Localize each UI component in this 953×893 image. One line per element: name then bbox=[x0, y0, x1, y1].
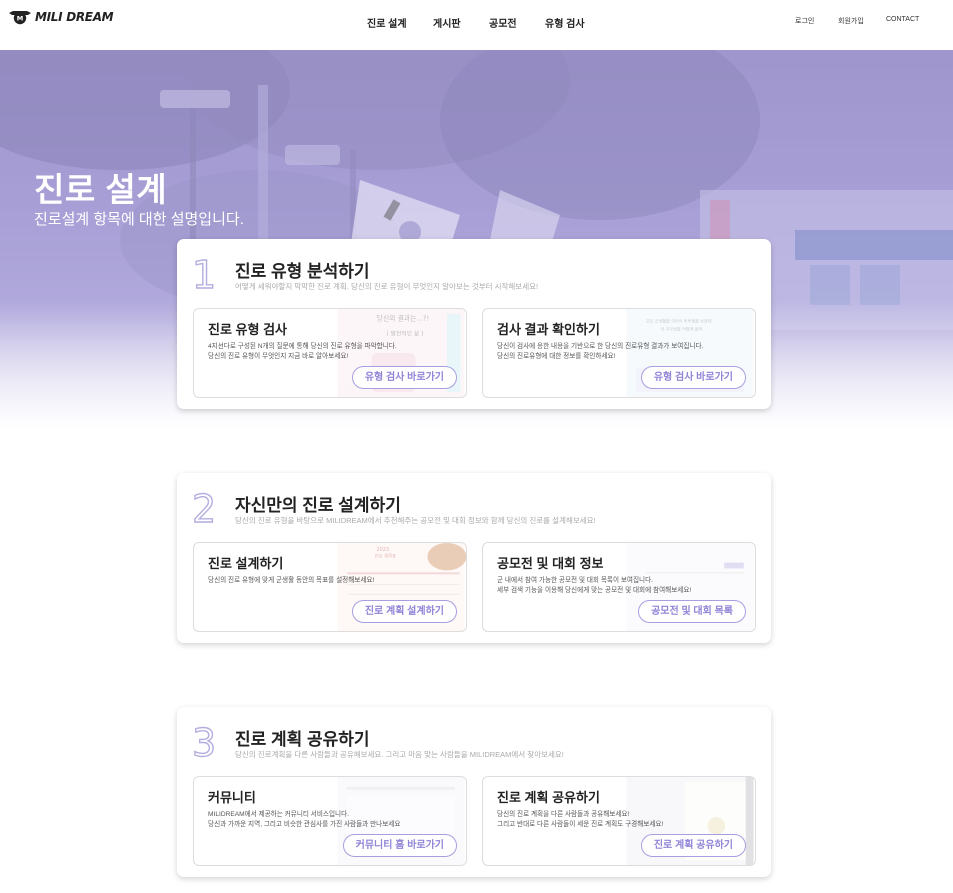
share-plan-button[interactable]: 진로 계획 공유하기 bbox=[640, 834, 746, 857]
card-desc-line: 당신의 진로 계획을 다른 사람들과 공유해보세요! bbox=[497, 811, 630, 818]
section-number: 3 bbox=[191, 721, 217, 765]
card-title: 커뮤니티 bbox=[208, 790, 256, 805]
preview-text: 모든 군생활을 의미식 투투형을 보겠대 bbox=[646, 318, 712, 324]
card-desc-line: 당신의 진로 유형에 맞게 군생활 동안의 목표를 설정해보세요! bbox=[208, 577, 375, 584]
card-description: 당신이 검사에 응한 내용을 기반으로 한 당신의 진로유형 결과가 보여집니다… bbox=[497, 342, 747, 362]
card-desc-line: 군 내에서 참여 가능한 공모전 및 대회 목록이 보여집니다. bbox=[497, 577, 654, 584]
section-career-design: 2 자신만의 진로 설계하기 당신의 진로 유형을 바탕으로 MILIDREAM… bbox=[177, 473, 771, 643]
preview-text: 2023 bbox=[377, 547, 389, 553]
nav-board[interactable]: 게시판 bbox=[433, 15, 461, 30]
card-title: 검사 결과 확인하기 bbox=[497, 322, 600, 337]
preview-text: ( 발전적인 삶 ) bbox=[386, 329, 423, 337]
site-header: M MILI DREAM 진로 설계 게시판 공모전 유형 검사 로그인 회원가… bbox=[0, 0, 953, 50]
section-number: 1 bbox=[191, 253, 217, 297]
contact-link[interactable]: CONTACT bbox=[886, 16, 919, 23]
section-title: 진로 유형 분석하기 bbox=[235, 262, 370, 281]
preview-text: 당신의 결과는...?! bbox=[377, 314, 430, 323]
card-share-plan[interactable]: 진로 계획 공유하기 당신의 진로 계획을 다른 사람들과 공유해보세요! 그리… bbox=[482, 776, 756, 866]
section-number: 2 bbox=[191, 487, 217, 531]
card-description: MILIDREAM에서 제공하는 커뮤니티 서비스입니다. 당신과 가까운 지역… bbox=[208, 810, 458, 830]
nav-career-design[interactable]: 진로 설계 bbox=[367, 15, 407, 30]
card-desc-line: 그리고 반대로 다른 사람들이 세운 진로 계획도 구경해보세요! bbox=[497, 821, 664, 828]
community-home-button[interactable]: 커뮤니티 홈 바로가기 bbox=[342, 834, 457, 857]
section-description: 어떻게 세워야할지 막막한 진로 계획. 당신의 진로 유형이 무엇인지 알아보… bbox=[235, 282, 539, 291]
page-subtitle: 진로설계 항목에 대한 설명입니다. bbox=[34, 211, 244, 228]
view-result-button[interactable]: 유형 검사 바로가기 bbox=[640, 366, 746, 389]
section-plan-share: 3 진로 계획 공유하기 당신의 진로계획을 다른 사람들과 공유해보세요. 그… bbox=[177, 707, 771, 877]
card-title: 진로 유형 검사 bbox=[208, 322, 287, 337]
card-desc-line: 당신의 진로유형에 대한 정보를 확인하세요! bbox=[497, 353, 616, 360]
card-community[interactable]: 커뮤니티 MILIDREAM에서 제공하는 커뮤니티 서비스입니다. 당신과 가… bbox=[193, 776, 467, 866]
login-link[interactable]: 로그인 bbox=[795, 16, 814, 26]
card-title: 공모전 및 대회 정보 bbox=[497, 556, 604, 571]
card-title: 진로 계획 공유하기 bbox=[497, 790, 600, 805]
card-desc-line: 당신의 진로 유형이 무엇인지 지금 바로 알아보세요! bbox=[208, 353, 349, 360]
nav-type-test[interactable]: 유형 검사 bbox=[545, 15, 585, 30]
card-type-test[interactable]: 당신의 결과는...?! ( 발전적인 삶 ) 진로 유형 검사 4지선다로 구… bbox=[193, 308, 467, 398]
card-career-plan[interactable]: 2023 진로 계획표 진로 설계하기 당신의 진로 유형에 맞게 군생활 동안… bbox=[193, 542, 467, 632]
card-description: 군 내에서 참여 가능한 공모전 및 대회 목록이 보여집니다. 세부 검색 기… bbox=[497, 576, 747, 596]
card-test-result[interactable]: 모든 군생활을 의미식 투투형을 보겠대 이 자우방을 어떻게 쓸까 검사 결과… bbox=[482, 308, 756, 398]
type-test-button[interactable]: 유형 검사 바로가기 bbox=[351, 366, 457, 389]
card-desc-line: 4지선다로 구성된 N개의 질문에 통해 당신의 진로 유형을 파악합니다. bbox=[208, 343, 397, 350]
preview-text: 진로 계획표 bbox=[375, 553, 397, 560]
card-desc-line: 당신이 검사에 응한 내용을 기반으로 한 당신의 진로유형 결과가 보여집니다… bbox=[497, 343, 704, 350]
signup-link[interactable]: 회원가입 bbox=[838, 16, 864, 26]
card-contest-info[interactable]: 공모전 및 대회 정보 군 내에서 참여 가능한 공모전 및 대회 목록이 보여… bbox=[482, 542, 756, 632]
section-description: 당신의 진로 유형을 바탕으로 MILIDREAM에서 추천해주는 공모전 및 … bbox=[235, 516, 596, 525]
card-desc-line: MILIDREAM에서 제공하는 커뮤니티 서비스입니다. bbox=[208, 811, 350, 818]
section-title: 자신만의 진로 설계하기 bbox=[235, 496, 401, 515]
card-description: 4지선다로 구성된 N개의 질문에 통해 당신의 진로 유형을 파악합니다. 당… bbox=[208, 342, 458, 362]
card-title: 진로 설계하기 bbox=[208, 556, 284, 571]
contest-list-button[interactable]: 공모전 및 대회 목록 bbox=[638, 600, 746, 623]
card-description: 당신의 진로 유형에 맞게 군생활 동안의 목표를 설정해보세요! bbox=[208, 576, 458, 586]
page-title: 진로 설계 bbox=[34, 171, 168, 208]
nav-contest[interactable]: 공모전 bbox=[489, 15, 517, 30]
card-description: 당신의 진로 계획을 다른 사람들과 공유해보세요! 그리고 반대로 다른 사람… bbox=[497, 810, 747, 830]
career-plan-button[interactable]: 진로 계획 설계하기 bbox=[351, 600, 457, 623]
section-title: 진로 계획 공유하기 bbox=[235, 730, 370, 749]
section-type-analysis: 1 진로 유형 분석하기 어떻게 세워야할지 막막한 진로 계획. 당신의 진로… bbox=[177, 239, 771, 409]
card-desc-line: 당신과 가까운 지역, 그리고 비슷한 관심사를 가진 사람들과 만나보세요 bbox=[208, 821, 401, 828]
preview-text: 이 자우방을 어떻게 쓸까 bbox=[661, 326, 703, 332]
section-description: 당신의 진로계획을 다른 사람들과 공유해보세요. 그리고 마음 맞는 사람들을… bbox=[235, 750, 564, 759]
card-desc-line: 세부 검색 기능을 이용해 당신에게 맞는 공모전 및 대회에 참여해보세요! bbox=[497, 587, 692, 594]
